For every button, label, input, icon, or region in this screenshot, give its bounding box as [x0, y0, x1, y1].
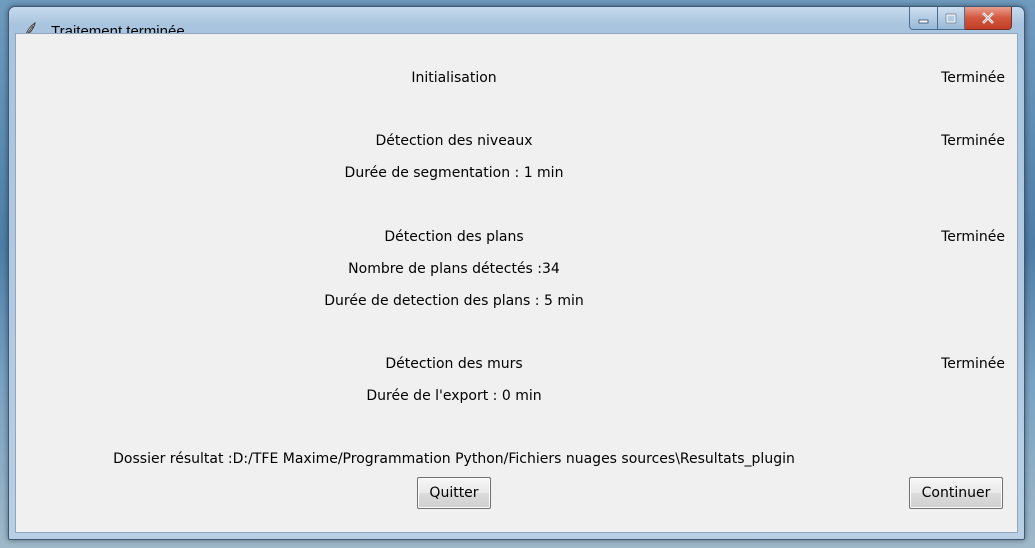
- maximize-button[interactable]: [938, 7, 965, 30]
- continue-button[interactable]: Continuer: [909, 477, 1003, 509]
- main-window: Traitement terminée Initialisation Termi…: [8, 6, 1025, 540]
- caption-buttons: [909, 7, 1012, 30]
- segmentation-duration: Durée de segmentation : 1 min: [344, 165, 564, 181]
- dialog-content: Initialisation Terminée Détection des ni…: [15, 33, 1018, 533]
- step-initialisation-label: Initialisation: [411, 70, 497, 86]
- minimize-button[interactable]: [909, 7, 938, 30]
- result-folder-path: Dossier résultat :D:/TFE Maxime/Programm…: [113, 451, 795, 467]
- step-murs-status: Terminée: [941, 356, 1005, 372]
- quit-button[interactable]: Quitter: [417, 477, 491, 509]
- step-plans-label: Détection des plans: [384, 229, 524, 245]
- plans-detection-duration: Durée de detection des plans : 5 min: [324, 293, 584, 309]
- minimize-icon: [918, 9, 930, 28]
- step-niveaux-label: Détection des niveaux: [375, 133, 533, 149]
- step-initialisation-status: Terminée: [941, 70, 1005, 86]
- export-duration: Durée de l'export : 0 min: [366, 388, 542, 404]
- plans-count: Nombre de plans détectés :34: [348, 261, 560, 277]
- close-button[interactable]: [965, 7, 1012, 30]
- maximize-icon: [945, 9, 957, 28]
- step-plans-status: Terminée: [941, 229, 1005, 245]
- step-niveaux-status: Terminée: [941, 133, 1005, 149]
- step-murs-label: Détection des murs: [385, 356, 523, 372]
- close-icon: [981, 9, 995, 28]
